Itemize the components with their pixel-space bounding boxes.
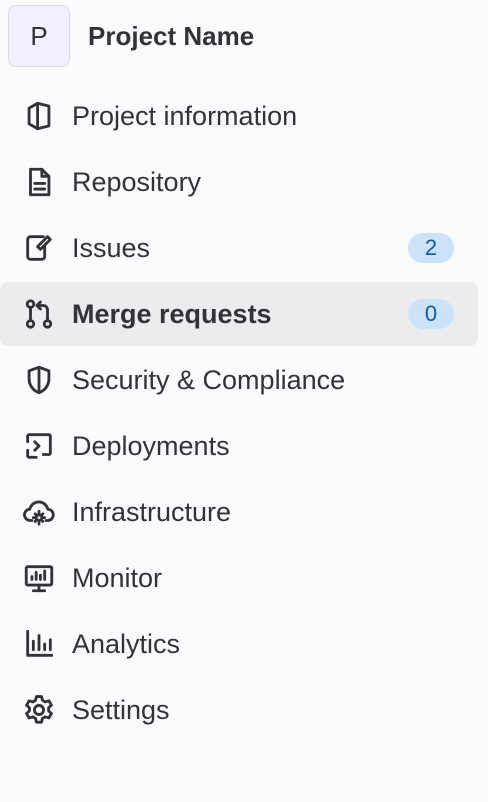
project-avatar[interactable]: P <box>8 5 70 67</box>
document-icon <box>22 165 56 199</box>
sidebar-item-deployments[interactable]: Deployments <box>0 414 478 478</box>
sidebar-item-label: Analytics <box>72 628 181 659</box>
sidebar-item-label: Security & Compliance <box>72 364 346 395</box>
shield-icon <box>22 363 56 397</box>
sidebar-item-repository[interactable]: Repository <box>0 150 478 214</box>
sidebar-nav: Project information Repository Issues 2 … <box>0 84 478 744</box>
sidebar-item-security-compliance[interactable]: Security & Compliance <box>0 348 478 412</box>
sidebar-item-monitor[interactable]: Monitor <box>0 546 478 610</box>
issues-icon <box>22 231 56 265</box>
sidebar-item-label: Monitor <box>72 562 163 593</box>
monitor-icon <box>22 561 56 595</box>
issues-count-badge: 2 <box>408 233 454 263</box>
sidebar-item-label: Project information <box>72 100 298 131</box>
sidebar-item-infrastructure[interactable]: Infrastructure <box>0 480 478 544</box>
project-icon <box>22 99 56 133</box>
project-name[interactable]: Project Name <box>88 21 254 52</box>
cloud-gear-icon <box>22 495 56 529</box>
project-header[interactable]: P Project Name <box>8 4 254 68</box>
project-sidebar: P Project Name Project information Repos… <box>0 0 488 802</box>
sidebar-item-merge-requests[interactable]: Merge requests 0 <box>0 282 478 346</box>
sidebar-item-label: Settings <box>72 694 170 725</box>
sidebar-item-label: Infrastructure <box>72 496 232 527</box>
sidebar-item-project-information[interactable]: Project information <box>0 84 478 148</box>
deployments-icon <box>22 429 56 463</box>
sidebar-item-label: Merge requests <box>72 298 272 329</box>
sidebar-item-analytics[interactable]: Analytics <box>0 612 478 676</box>
chart-icon <box>22 627 56 661</box>
sidebar-item-label: Issues <box>72 232 151 263</box>
sidebar-item-settings[interactable]: Settings <box>0 678 478 742</box>
merge-requests-count-badge: 0 <box>408 299 454 329</box>
merge-request-icon <box>22 297 56 331</box>
settings-icon <box>22 693 56 727</box>
sidebar-item-issues[interactable]: Issues 2 <box>0 216 478 280</box>
sidebar-item-label: Repository <box>72 166 202 197</box>
sidebar-item-label: Deployments <box>72 430 230 461</box>
